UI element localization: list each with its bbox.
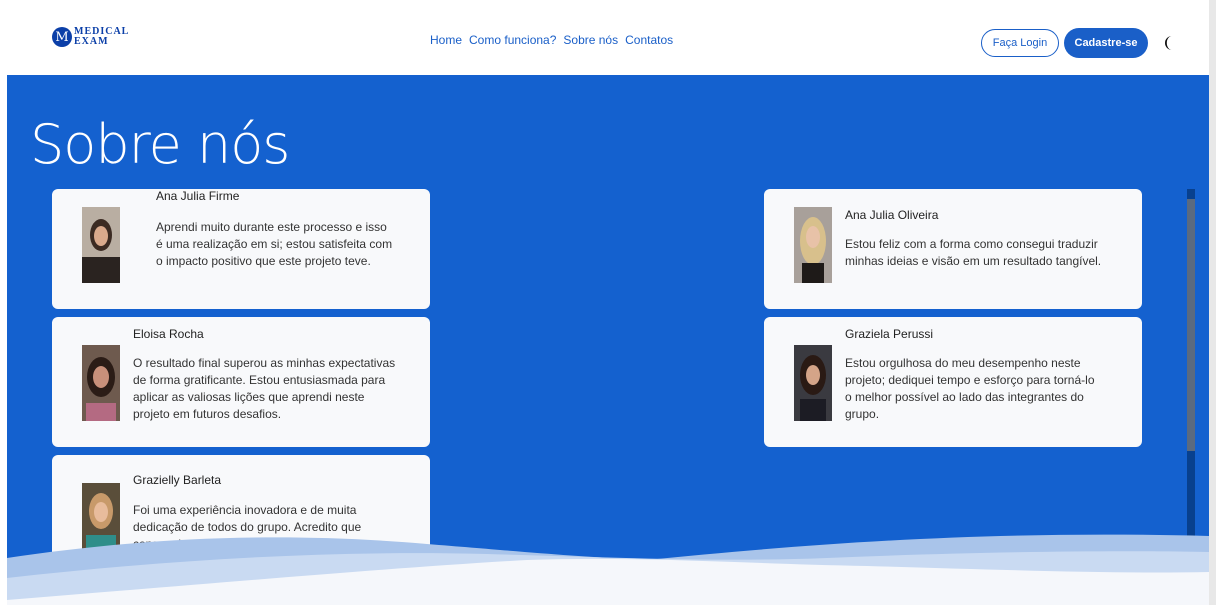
scrollbar-thumb[interactable] (1187, 199, 1195, 451)
logo-badge: M (52, 27, 72, 47)
about-section: Sobre nós Ana Julia Firme Aprendi muito … (7, 75, 1209, 605)
team-card: Graziela Perussi Estou orgulhosa do meu … (764, 317, 1142, 447)
login-button[interactable]: Faça Login (981, 29, 1059, 57)
team-member-name: Grazielly Barleta (133, 473, 222, 487)
team-member-quote: Estou orgulhosa do meu desempenho neste … (845, 356, 1095, 421)
member-photo (794, 207, 832, 283)
nav-link-como-funciona[interactable]: Como funciona? (469, 33, 556, 47)
logo-line-2: EXAM (74, 36, 109, 47)
team-card: Eloisa Rocha O resultado final superou a… (52, 317, 430, 447)
wave-decoration (7, 534, 1209, 605)
team-card: Ana Julia Firme Aprendi muito durante es… (52, 189, 430, 309)
nav-links: Home Como funciona? Sobre nós Contatos (430, 33, 673, 47)
brand-logo[interactable]: M MEDICAL EXAM (52, 27, 129, 47)
team-member-quote: O resultado final superou as minhas expe… (133, 356, 396, 421)
logo-text: MEDICAL EXAM (74, 27, 129, 47)
signup-button[interactable]: Cadastre-se (1064, 28, 1148, 58)
team-member-name: Ana Julia Firme (156, 189, 240, 203)
window-edge (1209, 0, 1216, 605)
member-photo (82, 207, 120, 283)
member-photo (82, 345, 120, 421)
moon-icon[interactable] (1160, 33, 1180, 53)
navbar: M MEDICAL EXAM Home Como funciona? Sobre… (7, 7, 1209, 75)
nav-link-contatos[interactable]: Contatos (625, 33, 673, 47)
team-member-quote: Aprendi muito durante este processo e is… (156, 220, 393, 268)
nav-link-sobre-nos[interactable]: Sobre nós (563, 33, 618, 47)
nav-link-home[interactable]: Home (430, 33, 462, 47)
page-title: Sobre nós (30, 113, 290, 176)
team-member-name: Ana Julia Oliveira (845, 208, 939, 222)
team-member-name: Eloisa Rocha (133, 327, 204, 341)
team-member-name: Graziela Perussi (845, 327, 934, 341)
team-card: Ana Julia Oliveira Estou feliz com a for… (764, 189, 1142, 309)
member-photo (794, 345, 832, 421)
team-member-quote: Estou feliz com a forma como consegui tr… (845, 237, 1102, 268)
